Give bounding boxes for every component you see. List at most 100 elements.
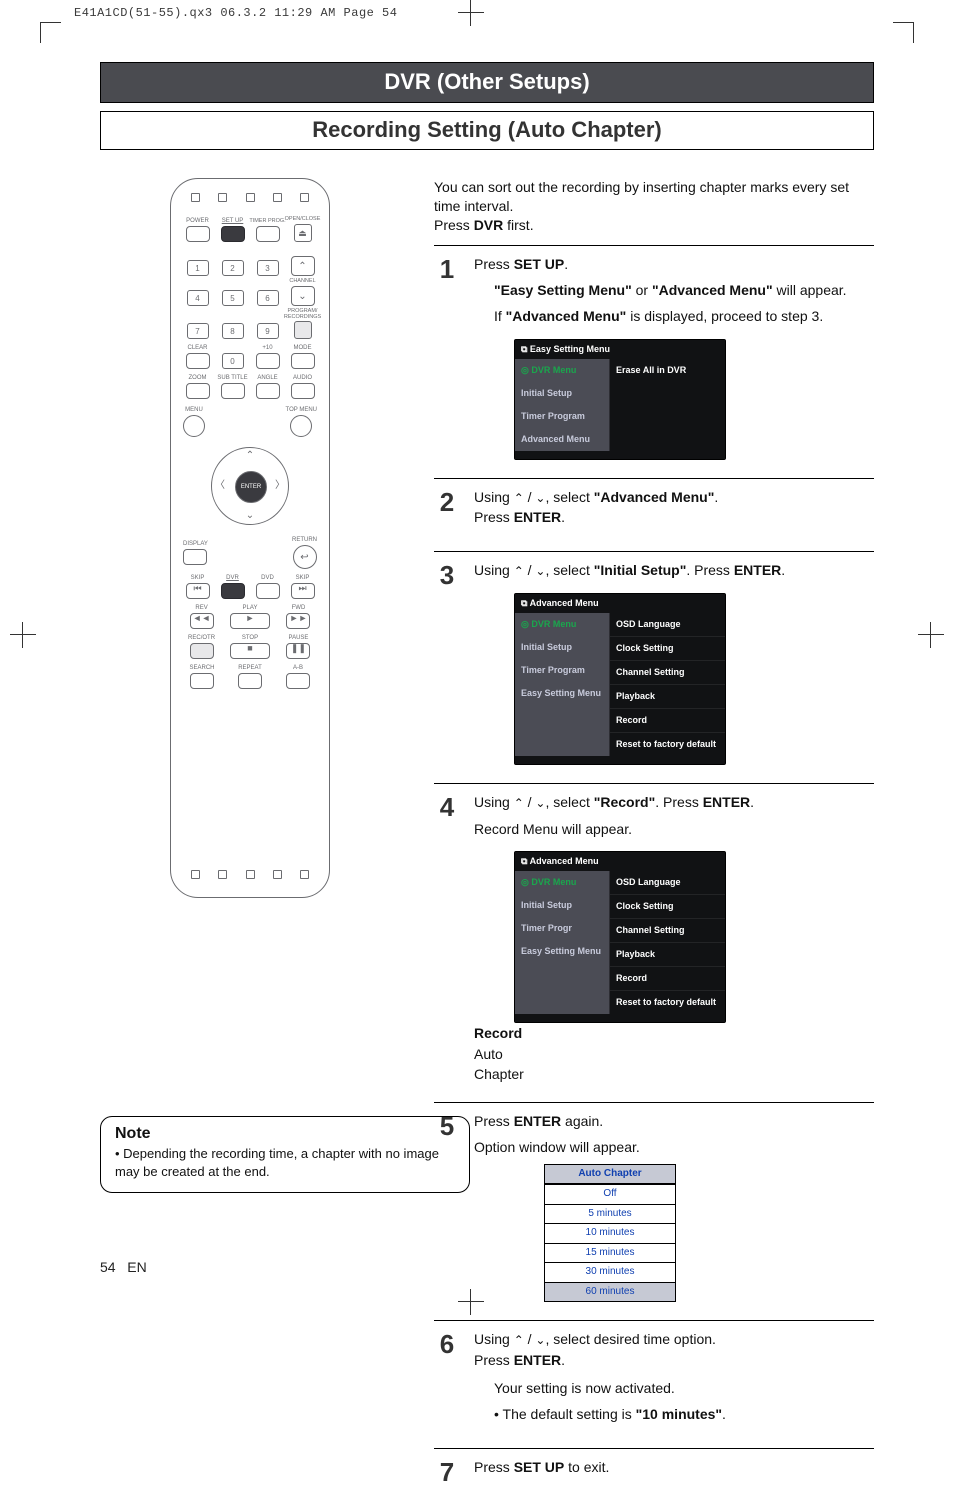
osd-popup: RecordAuto Chapter — [474, 1023, 534, 1084]
osd-right-item: Reset to factory default — [610, 990, 725, 1014]
step-number: 7 — [434, 1457, 460, 1485]
remote-dpad-right: 〉 — [275, 481, 285, 491]
remote-button-return: ↩ — [293, 545, 317, 569]
osd-header: ⧉ Advanced Menu — [515, 852, 725, 871]
remote-dpad-down: ⌄ — [246, 511, 254, 521]
remote-label-progrec: PROGRAM/ RECORDINGS — [284, 308, 321, 320]
remote-label-repeat: REPEAT — [238, 665, 262, 672]
remote-button-1: 1 — [187, 260, 209, 276]
print-header: E41A1CD(51-55).qx3 06.3.2 11:29 AM Page … — [74, 6, 397, 20]
step-text: Using ⌃ / ⌄, select "Advanced Menu".Pres… — [474, 487, 874, 528]
note-text: • Depending the recording time, a chapte… — [115, 1145, 455, 1180]
section-title-bar: DVR (Other Setups) — [100, 62, 874, 103]
remote-label-skip-back: SKIP — [191, 575, 205, 582]
corner-tl — [40, 22, 61, 43]
osd-left-item: ◎ DVR Menu — [515, 613, 609, 636]
option-row: 10 minutes — [545, 1223, 675, 1243]
crop-mark-left — [10, 622, 36, 648]
remote-label-zoom: ZOOM — [189, 375, 207, 382]
remote-button-clear — [186, 353, 210, 369]
step-text: Press SET UP. — [474, 254, 874, 274]
step-number: 6 — [434, 1329, 460, 1430]
remote-button-display — [183, 549, 207, 565]
remote-label-pause: PAUSE — [289, 635, 309, 642]
remote-label-ab: A-B — [293, 665, 303, 672]
remote-label-openclose: OPEN/CLOSE — [285, 216, 321, 223]
remote-button-timerprog — [256, 226, 280, 242]
remote-button-search — [190, 673, 214, 689]
remote-button-rev: ◄◄ — [190, 613, 214, 629]
remote-button-menu — [183, 415, 205, 437]
remote-button-audio — [291, 383, 315, 399]
remote-label-mode: MODE — [294, 345, 312, 352]
option-window: Auto ChapterOff5 minutes10 minutes15 min… — [544, 1164, 676, 1303]
step-number: 3 — [434, 560, 460, 765]
remote-label-skip-fwd: SKIP — [296, 575, 310, 582]
remote-button-dvd — [256, 583, 280, 599]
remote-button-enter: ENTER — [235, 471, 267, 503]
osd-panel: ⧉ Advanced Menu◎ DVR MenuInitial SetupTi… — [514, 851, 726, 1023]
remote-label-angle: ANGLE — [257, 375, 277, 382]
step-number: 5 — [434, 1111, 460, 1302]
remote-button-setup — [221, 226, 245, 242]
remote-label-channel: CHANNEL — [289, 278, 315, 285]
step-after: Record Menu will appear. — [474, 819, 874, 839]
remote-button-openclose: ⏏ — [294, 224, 312, 242]
osd-right-item: Clock Setting — [610, 636, 725, 660]
osd-left-item: Initial Setup — [515, 894, 609, 917]
osd-right-item: Record — [610, 708, 725, 732]
osd-left-item: Timer Progr — [515, 917, 609, 940]
remote-label-display: DISPLAY — [183, 541, 208, 548]
step: 5Press ENTER again.Option window will ap… — [434, 1102, 874, 1320]
remote-dpad-up: ⌃ — [246, 451, 254, 461]
remote-button-ab — [286, 673, 310, 689]
osd-panel: ⧉ Advanced Menu◎ DVR MenuInitial SetupTi… — [514, 593, 726, 765]
step-number: 2 — [434, 487, 460, 534]
option-row: 60 minutes — [545, 1282, 675, 1302]
osd-left-item: Easy Setting Menu — [515, 940, 609, 963]
step-number: 4 — [434, 792, 460, 1084]
remote-button-play: ► — [230, 613, 270, 629]
remote-button-pause: ❚❚ — [286, 643, 310, 659]
remote-label-subtitle: SUB TITLE — [217, 375, 247, 382]
remote-button-0: 0 — [222, 353, 244, 369]
osd-left-item: Initial Setup — [515, 636, 609, 659]
remote-label-dvr: DVR — [226, 575, 239, 582]
remote-label-audio: AUDIO — [293, 375, 312, 382]
step: 4Using ⌃ / ⌄, select "Record". Press ENT… — [434, 783, 874, 1102]
step-subtext: "Easy Setting Menu" or "Advanced Menu" w… — [474, 280, 874, 300]
osd-right-item: Channel Setting — [610, 660, 725, 684]
remote-button-plus10 — [256, 353, 280, 369]
osd-header: ⧉ Advanced Menu — [515, 594, 725, 613]
option-row: 15 minutes — [545, 1243, 675, 1263]
step-subtext: If "Advanced Menu" is displayed, proceed… — [474, 306, 874, 326]
remote-button-2: 2 — [222, 260, 244, 276]
remote-button-5: 5 — [222, 290, 244, 306]
remote-button-recotr — [190, 643, 214, 659]
remote-button-mode — [291, 353, 315, 369]
osd-panel: ⧉ Easy Setting Menu◎ DVR MenuInitial Set… — [514, 339, 726, 460]
remote-label-menu: MENU — [185, 407, 203, 414]
steps-list: 1 Press SET UP. "Easy Setting Menu" or "Ad… — [434, 245, 874, 1503]
osd-left-item: ◎ DVR Menu — [515, 359, 609, 382]
step: 2 Using ⌃ / ⌄, select "Advanced Menu".Pre… — [434, 478, 874, 552]
remote-button-zoom — [186, 383, 210, 399]
step: 3 Using ⌃ / ⌄, select "Initial Setup". Pr… — [434, 551, 874, 783]
step: 1 Press SET UP. "Easy Setting Menu" or "Ad… — [434, 245, 874, 478]
step-text: Press ENTER again. — [474, 1111, 874, 1131]
note-box: Note • Depending the recording time, a c… — [100, 1116, 470, 1193]
osd-left-item: Advanced Menu — [515, 428, 609, 451]
osd-right-item: Playback — [610, 942, 725, 966]
step-text: Press SET UP to exit. — [474, 1457, 874, 1477]
remote-label-topmenu: TOP MENU — [286, 407, 317, 414]
remote-label-timerprog: TIMER PROG. — [249, 218, 285, 225]
step-text: Using ⌃ / ⌄, select "Initial Setup". Pre… — [474, 560, 874, 580]
remote-button-6: 6 — [257, 290, 279, 306]
remote-label-fwd: FWD — [292, 605, 306, 612]
remote-label-dvd: DVD — [261, 575, 274, 582]
step-number: 1 — [434, 254, 460, 460]
remote-illustration: POWER SET UP TIMER PROG. OPEN/CLOSE⏏ 1 2… — [170, 178, 330, 898]
remote-button-9: 9 — [257, 323, 279, 339]
osd-right-item: OSD Language — [610, 871, 725, 894]
option-header: Auto Chapter — [545, 1165, 675, 1185]
